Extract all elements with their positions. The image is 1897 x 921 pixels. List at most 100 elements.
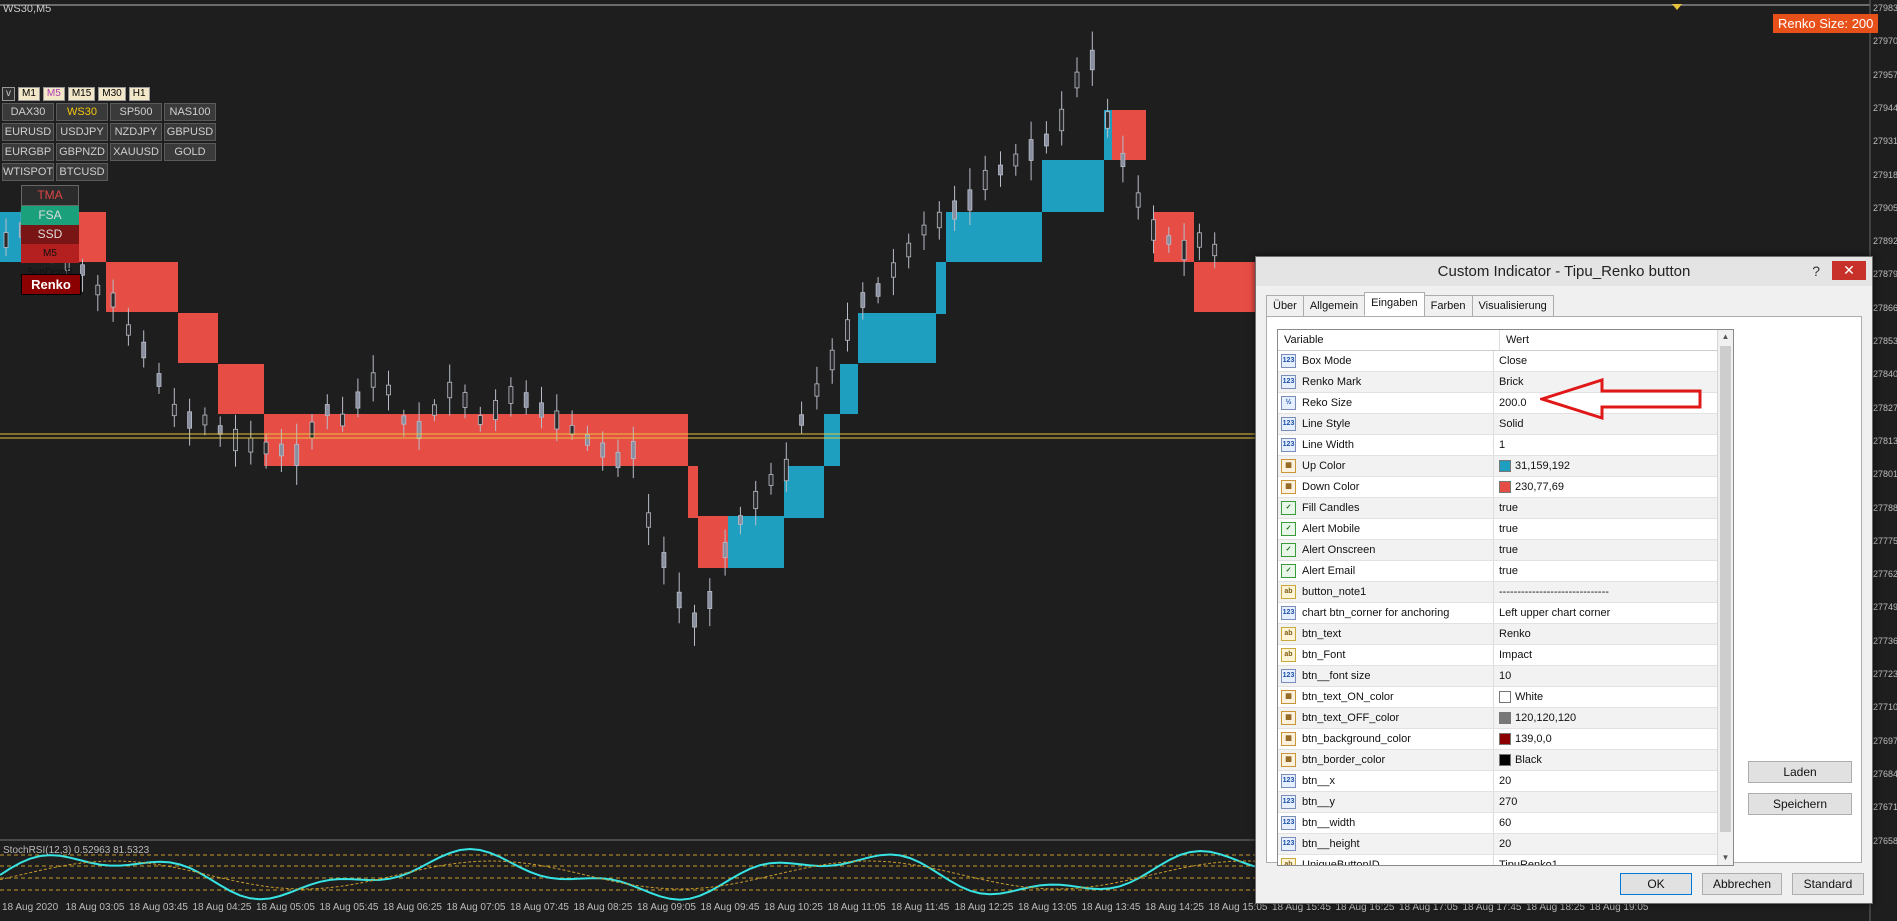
table-row[interactable]: ▦ Down Color 230,77,69	[1278, 477, 1733, 498]
parameter-value: TipuRenko1	[1499, 859, 1558, 866]
parameter-value: ------------------------------	[1499, 586, 1609, 598]
symbol-button-nzdjpy[interactable]: NZDJPY	[110, 123, 162, 141]
symbol-button-gbpusd[interactable]: GBPUSD	[164, 123, 216, 141]
dialog-title-bar[interactable]: Custom Indicator - Tipu_Renko button ? ✕	[1256, 257, 1872, 286]
parameter-value-cell[interactable]: Impact	[1494, 645, 1733, 665]
parameter-value: 20	[1499, 775, 1512, 787]
candle-body	[248, 437, 254, 453]
table-row[interactable]: ✓ Fill Candles true	[1278, 498, 1733, 519]
table-scrollbar[interactable]: ▲ ▼	[1717, 330, 1733, 865]
scroll-thumb[interactable]	[1720, 346, 1731, 832]
parameter-value-cell[interactable]: true	[1494, 498, 1733, 518]
table-row[interactable]: ▦ btn_background_color 139,0,0	[1278, 729, 1733, 750]
symbol-button-gbpnzd[interactable]: GBPNZD	[56, 143, 108, 161]
parameter-value-cell[interactable]: 230,77,69	[1494, 477, 1733, 497]
default-button[interactable]: Standard	[1792, 873, 1864, 895]
table-row[interactable]: 123 Box Mode Close	[1278, 351, 1733, 372]
table-row[interactable]: ▦ Up Color 31,159,192	[1278, 456, 1733, 477]
parameter-value-cell[interactable]: ------------------------------	[1494, 582, 1733, 602]
timeframe-m30-button[interactable]: M30	[98, 87, 126, 101]
price-label: 27697	[1873, 735, 1897, 746]
parameter-value-cell[interactable]: Renko	[1494, 624, 1733, 644]
parameter-value-cell[interactable]: 31,159,192	[1494, 456, 1733, 476]
candle-body	[141, 341, 147, 359]
table-row[interactable]: 123 btn__height 20	[1278, 834, 1733, 855]
parameter-value-cell[interactable]: Left upper chart corner	[1494, 603, 1733, 623]
parameter-value-cell[interactable]: 1	[1494, 435, 1733, 455]
tma-button[interactable]: TMA	[21, 185, 79, 206]
cancel-button[interactable]: Abbrechen	[1702, 873, 1782, 895]
table-row[interactable]: ab btn_text Renko	[1278, 624, 1733, 645]
symbol-button-btcusd[interactable]: BTCUSD	[56, 163, 108, 181]
fsa-button[interactable]: FSA	[21, 206, 79, 225]
parameter-value-cell[interactable]: 20	[1494, 771, 1733, 791]
table-row[interactable]: 123 Line Width 1	[1278, 435, 1733, 456]
parameter-value-cell[interactable]: 139,0,0	[1494, 729, 1733, 749]
tab-visualization[interactable]: Visualisierung	[1471, 295, 1554, 317]
symbol-button-gold[interactable]: GOLD	[164, 143, 216, 161]
table-row[interactable]: ab UniqueButtonID TipuRenko1	[1278, 855, 1733, 866]
parameter-value-cell[interactable]: 120,120,120	[1494, 708, 1733, 728]
symbol-button-eurusd[interactable]: EURUSD	[2, 123, 54, 141]
parameter-value-cell[interactable]: White	[1494, 687, 1733, 707]
candle-body	[814, 383, 820, 397]
symbol-button-ws30[interactable]: WS30	[56, 103, 108, 121]
symbol-button-sp500[interactable]: SP500	[110, 103, 162, 121]
parameter-value-cell[interactable]: Black	[1494, 750, 1733, 770]
table-row[interactable]: ab button_note1 --------------------------…	[1278, 582, 1733, 603]
symbol-button-eurgbp[interactable]: EURGBP	[2, 143, 54, 161]
tab-general[interactable]: Allgemein	[1302, 295, 1366, 317]
ssd-button[interactable]: SSD	[21, 225, 79, 244]
table-row[interactable]: 123 chart btn_corner for anchoring Left up…	[1278, 603, 1733, 624]
close-button[interactable]: ✕	[1832, 261, 1866, 280]
parameter-value-cell[interactable]: true	[1494, 540, 1733, 560]
candle-body	[860, 292, 866, 308]
table-row[interactable]: 123 btn__y 270	[1278, 792, 1733, 813]
table-row[interactable]: ✓ Alert Onscreen true	[1278, 540, 1733, 561]
timeframe-m15-button[interactable]: M15	[67, 87, 96, 101]
symbol-button-dax30[interactable]: DAX30	[2, 103, 54, 121]
timeframe-h1-button[interactable]: H1	[128, 87, 150, 101]
table-row[interactable]: 123 btn__font size 10	[1278, 666, 1733, 687]
table-row[interactable]: ✓ Alert Mobile true	[1278, 519, 1733, 540]
renko-button[interactable]: Renko	[21, 274, 81, 295]
parameter-value-cell[interactable]: Close	[1494, 351, 1733, 371]
parameter-value-cell[interactable]: true	[1494, 561, 1733, 581]
table-row[interactable]: ▦ btn_text_ON_color White	[1278, 687, 1733, 708]
table-row[interactable]: ✓ Alert Email true	[1278, 561, 1733, 582]
table-row[interactable]: ab btn_Font Impact	[1278, 645, 1733, 666]
alert-marker-icon	[1672, 4, 1682, 10]
parameter-value: 20	[1499, 838, 1512, 850]
load-button[interactable]: Laden	[1748, 761, 1852, 783]
symbol-button-wtispot[interactable]: WTISPOT	[2, 163, 54, 181]
parameter-value-cell[interactable]: TipuRenko1	[1494, 855, 1733, 866]
save-button[interactable]: Speichern	[1748, 793, 1852, 815]
symbol-button-xauusd[interactable]: XAUUSD	[110, 143, 162, 161]
timeframe-m5-button[interactable]: M5	[42, 87, 65, 101]
parameter-value-cell[interactable]: true	[1494, 519, 1733, 539]
table-row[interactable]: 123 btn__width 60	[1278, 813, 1733, 834]
scroll-down-icon[interactable]: ▼	[1718, 851, 1733, 865]
tab-about[interactable]: Über	[1266, 295, 1304, 317]
scroll-up-icon[interactable]: ▲	[1718, 330, 1733, 344]
parameter-name: Down Color	[1302, 481, 1360, 493]
tab-colors[interactable]: Farben	[1423, 295, 1473, 317]
table-row[interactable]: ▦ btn_text_OFF_color 120,120,120	[1278, 708, 1733, 729]
parameter-value-cell[interactable]: 270	[1494, 792, 1733, 812]
timeframe-toggle-button[interactable]: v	[2, 87, 15, 101]
table-row[interactable]: 123 btn__x 20	[1278, 771, 1733, 792]
candle-body	[845, 319, 850, 341]
table-row[interactable]: ▦ btn_border_color Black	[1278, 750, 1733, 771]
ok-button[interactable]: OK	[1620, 873, 1692, 895]
parameter-value-cell[interactable]: 60	[1494, 813, 1733, 833]
help-icon[interactable]: ?	[1812, 257, 1820, 286]
candle-body	[386, 384, 391, 396]
supply-demand-button[interactable]: M5 SupDemB	[21, 244, 79, 278]
candle-body	[416, 420, 422, 440]
parameter-value-cell[interactable]: 10	[1494, 666, 1733, 686]
timeframe-m1-button[interactable]: M1	[18, 87, 40, 101]
tab-inputs[interactable]: Eingaben	[1364, 292, 1425, 316]
symbol-button-usdjpy[interactable]: USDJPY	[56, 123, 108, 141]
symbol-button-nas100[interactable]: NAS100	[164, 103, 216, 121]
parameter-value-cell[interactable]: 20	[1494, 834, 1733, 854]
